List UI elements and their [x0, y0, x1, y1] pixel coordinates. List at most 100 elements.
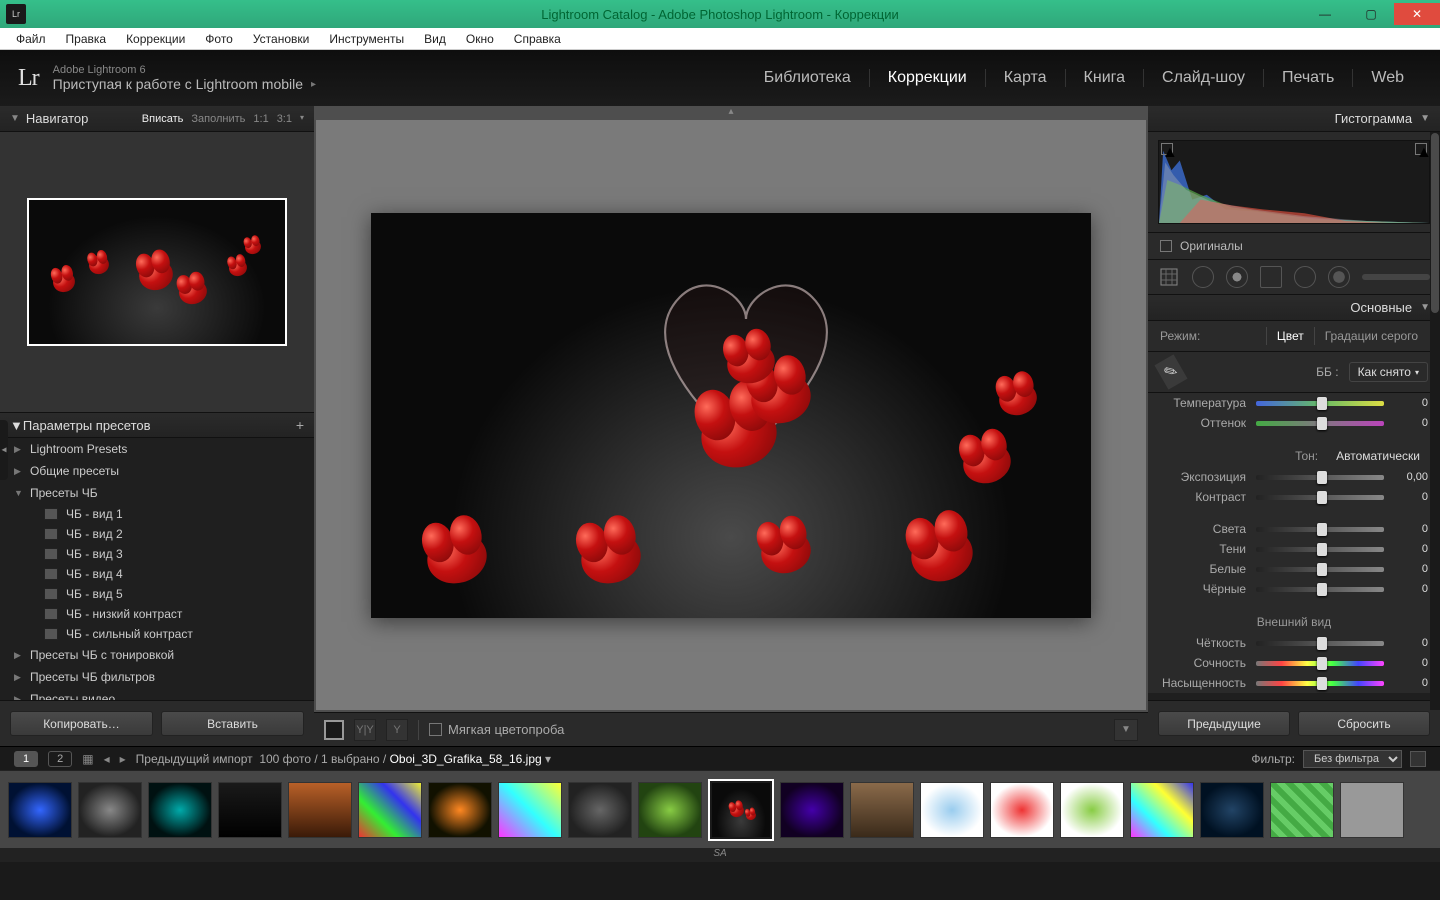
grid-view-icon[interactable]: ▦ [82, 752, 93, 766]
preset-group[interactable]: ▶Общие пресеты [0, 460, 314, 482]
filmstrip-thumb[interactable] [568, 782, 632, 838]
filmstrip-thumb[interactable] [1200, 782, 1264, 838]
presets-header[interactable]: ▼ Параметры пресетов + [0, 412, 314, 438]
menu-view[interactable]: Вид [414, 29, 456, 49]
filmstrip-thumb[interactable] [1130, 782, 1194, 838]
clarity-slider[interactable] [1256, 641, 1384, 646]
maximize-button[interactable]: ▢ [1348, 3, 1394, 25]
filmstrip-thumb[interactable] [78, 782, 142, 838]
left-panel-collapse[interactable]: ◂ [0, 420, 8, 480]
menu-edit[interactable]: Правка [56, 29, 117, 49]
navigator-header[interactable]: ▼ Навигатор Вписать Заполнить 1:1 3:1 ▾ [0, 106, 314, 132]
filmstrip-thumb[interactable] [1270, 782, 1334, 838]
zoom-3-1[interactable]: 3:1 [277, 113, 292, 125]
menu-help[interactable]: Справка [504, 29, 571, 49]
zoom-1-1[interactable]: 1:1 [253, 113, 268, 125]
blacks-value[interactable]: 0 [1394, 583, 1428, 595]
filmstrip[interactable] [0, 770, 1440, 848]
filmstrip-thumb[interactable] [358, 782, 422, 838]
highlight-clip-icon[interactable]: ▲ [1415, 143, 1427, 155]
tint-slider[interactable] [1256, 421, 1384, 426]
minimize-button[interactable]: — [1302, 3, 1348, 25]
source-label[interactable]: Предыдущий импорт 100 фото / 1 выбрано /… [136, 752, 551, 766]
filmstrip-thumb[interactable] [990, 782, 1054, 838]
shadows-value[interactable]: 0 [1394, 543, 1428, 555]
filmstrip-thumb[interactable] [288, 782, 352, 838]
preset-item[interactable]: ЧБ - вид 5 [0, 584, 314, 604]
module-slideshow[interactable]: Слайд-шоу [1144, 69, 1264, 87]
module-library[interactable]: Библиотека [746, 69, 870, 87]
mobile-tagline[interactable]: Приступая к работе с Lightroom mobile [53, 76, 303, 92]
wb-eyedropper-icon[interactable]: ✎ [1154, 354, 1187, 389]
exposure-slider[interactable] [1256, 475, 1384, 480]
add-preset-icon[interactable]: + [296, 417, 304, 433]
nav-next-icon[interactable]: ▸ [120, 752, 126, 766]
copy-button[interactable]: Копировать… [10, 711, 153, 736]
module-web[interactable]: Web [1353, 69, 1422, 87]
histogram-header[interactable]: Гистограмма▼ [1148, 106, 1440, 132]
module-develop[interactable]: Коррекции [870, 69, 986, 87]
filmstrip-thumb[interactable] [498, 782, 562, 838]
menu-develop[interactable]: Коррекции [116, 29, 195, 49]
before-after-x-icon[interactable]: Y [386, 719, 408, 741]
preset-item[interactable]: ЧБ - вид 4 [0, 564, 314, 584]
saturation-value[interactable]: 0 [1394, 677, 1428, 689]
vibrance-slider[interactable] [1256, 661, 1384, 666]
module-print[interactable]: Печать [1264, 69, 1353, 87]
module-book[interactable]: Книга [1066, 69, 1144, 87]
preset-item[interactable]: ЧБ - сильный контраст [0, 624, 314, 644]
monitor-2-button[interactable]: 2 [48, 751, 72, 767]
filmstrip-thumb[interactable] [1060, 782, 1124, 838]
spot-tool-icon[interactable] [1192, 266, 1214, 288]
filmstrip-thumb[interactable] [920, 782, 984, 838]
before-after-y-icon[interactable]: Y|Y [354, 719, 376, 741]
vibrance-value[interactable]: 0 [1394, 657, 1428, 669]
saturation-slider[interactable] [1256, 681, 1384, 686]
menu-photo[interactable]: Фото [195, 29, 243, 49]
graduated-filter-icon[interactable] [1260, 266, 1282, 288]
originals-checkbox[interactable] [1160, 240, 1172, 252]
whites-value[interactable]: 0 [1394, 563, 1428, 575]
filmstrip-thumb[interactable] [218, 782, 282, 838]
filmstrip-thumb[interactable] [1340, 782, 1404, 838]
originals-row[interactable]: Оригиналы [1148, 232, 1440, 259]
shadow-clip-icon[interactable]: ▲ [1161, 143, 1173, 155]
filmstrip-thumb[interactable] [428, 782, 492, 838]
wb-preset-dropdown[interactable]: Как снято▾ [1349, 362, 1428, 382]
preset-item[interactable]: ЧБ - низкий контраст [0, 604, 314, 624]
zoom-fill[interactable]: Заполнить [191, 113, 245, 125]
filmstrip-thumb[interactable] [148, 782, 212, 838]
monitor-1-button[interactable]: 1 [14, 751, 38, 767]
contrast-value[interactable]: 0 [1394, 491, 1428, 503]
right-panel-scrollbar[interactable] [1430, 132, 1440, 710]
filmstrip-thumb[interactable] [780, 782, 844, 838]
radial-filter-icon[interactable] [1294, 266, 1316, 288]
preset-item[interactable]: ЧБ - вид 2 [0, 524, 314, 544]
redeye-tool-icon[interactable] [1226, 266, 1248, 288]
filter-dropdown[interactable]: Без фильтра [1303, 750, 1402, 768]
contrast-slider[interactable] [1256, 495, 1384, 500]
filmstrip-thumb[interactable] [8, 782, 72, 838]
basic-header[interactable]: Основные▼ [1148, 295, 1440, 321]
preset-group[interactable]: ▶Пресеты ЧБ с тонировкой [0, 644, 314, 666]
previous-button[interactable]: Предыдущие [1158, 711, 1290, 736]
menu-settings[interactable]: Установки [243, 29, 319, 49]
histogram-graph[interactable]: ▲ ▲ [1158, 140, 1430, 224]
clarity-value[interactable]: 0 [1394, 637, 1428, 649]
temperature-slider[interactable] [1256, 401, 1384, 406]
shadows-slider[interactable] [1256, 547, 1384, 552]
menu-window[interactable]: Окно [456, 29, 504, 49]
filmstrip-thumb[interactable] [850, 782, 914, 838]
highlights-value[interactable]: 0 [1394, 523, 1428, 535]
preset-group[interactable]: ▶Пресеты ЧБ фильтров [0, 666, 314, 688]
brush-tool-icon[interactable] [1328, 266, 1350, 288]
preset-group[interactable]: ▼Пресеты ЧБ [0, 482, 314, 504]
preset-item[interactable]: ЧБ - вид 1 [0, 504, 314, 524]
tint-value[interactable]: 0 [1394, 417, 1428, 429]
auto-tone-button[interactable]: Автоматически [1328, 448, 1428, 464]
reset-button[interactable]: Сбросить [1298, 711, 1430, 736]
navigator-preview[interactable] [0, 132, 314, 412]
blacks-slider[interactable] [1256, 587, 1384, 592]
nav-prev-icon[interactable]: ◂ [104, 752, 110, 766]
preset-group[interactable]: ▶Пресеты видео [0, 688, 314, 700]
